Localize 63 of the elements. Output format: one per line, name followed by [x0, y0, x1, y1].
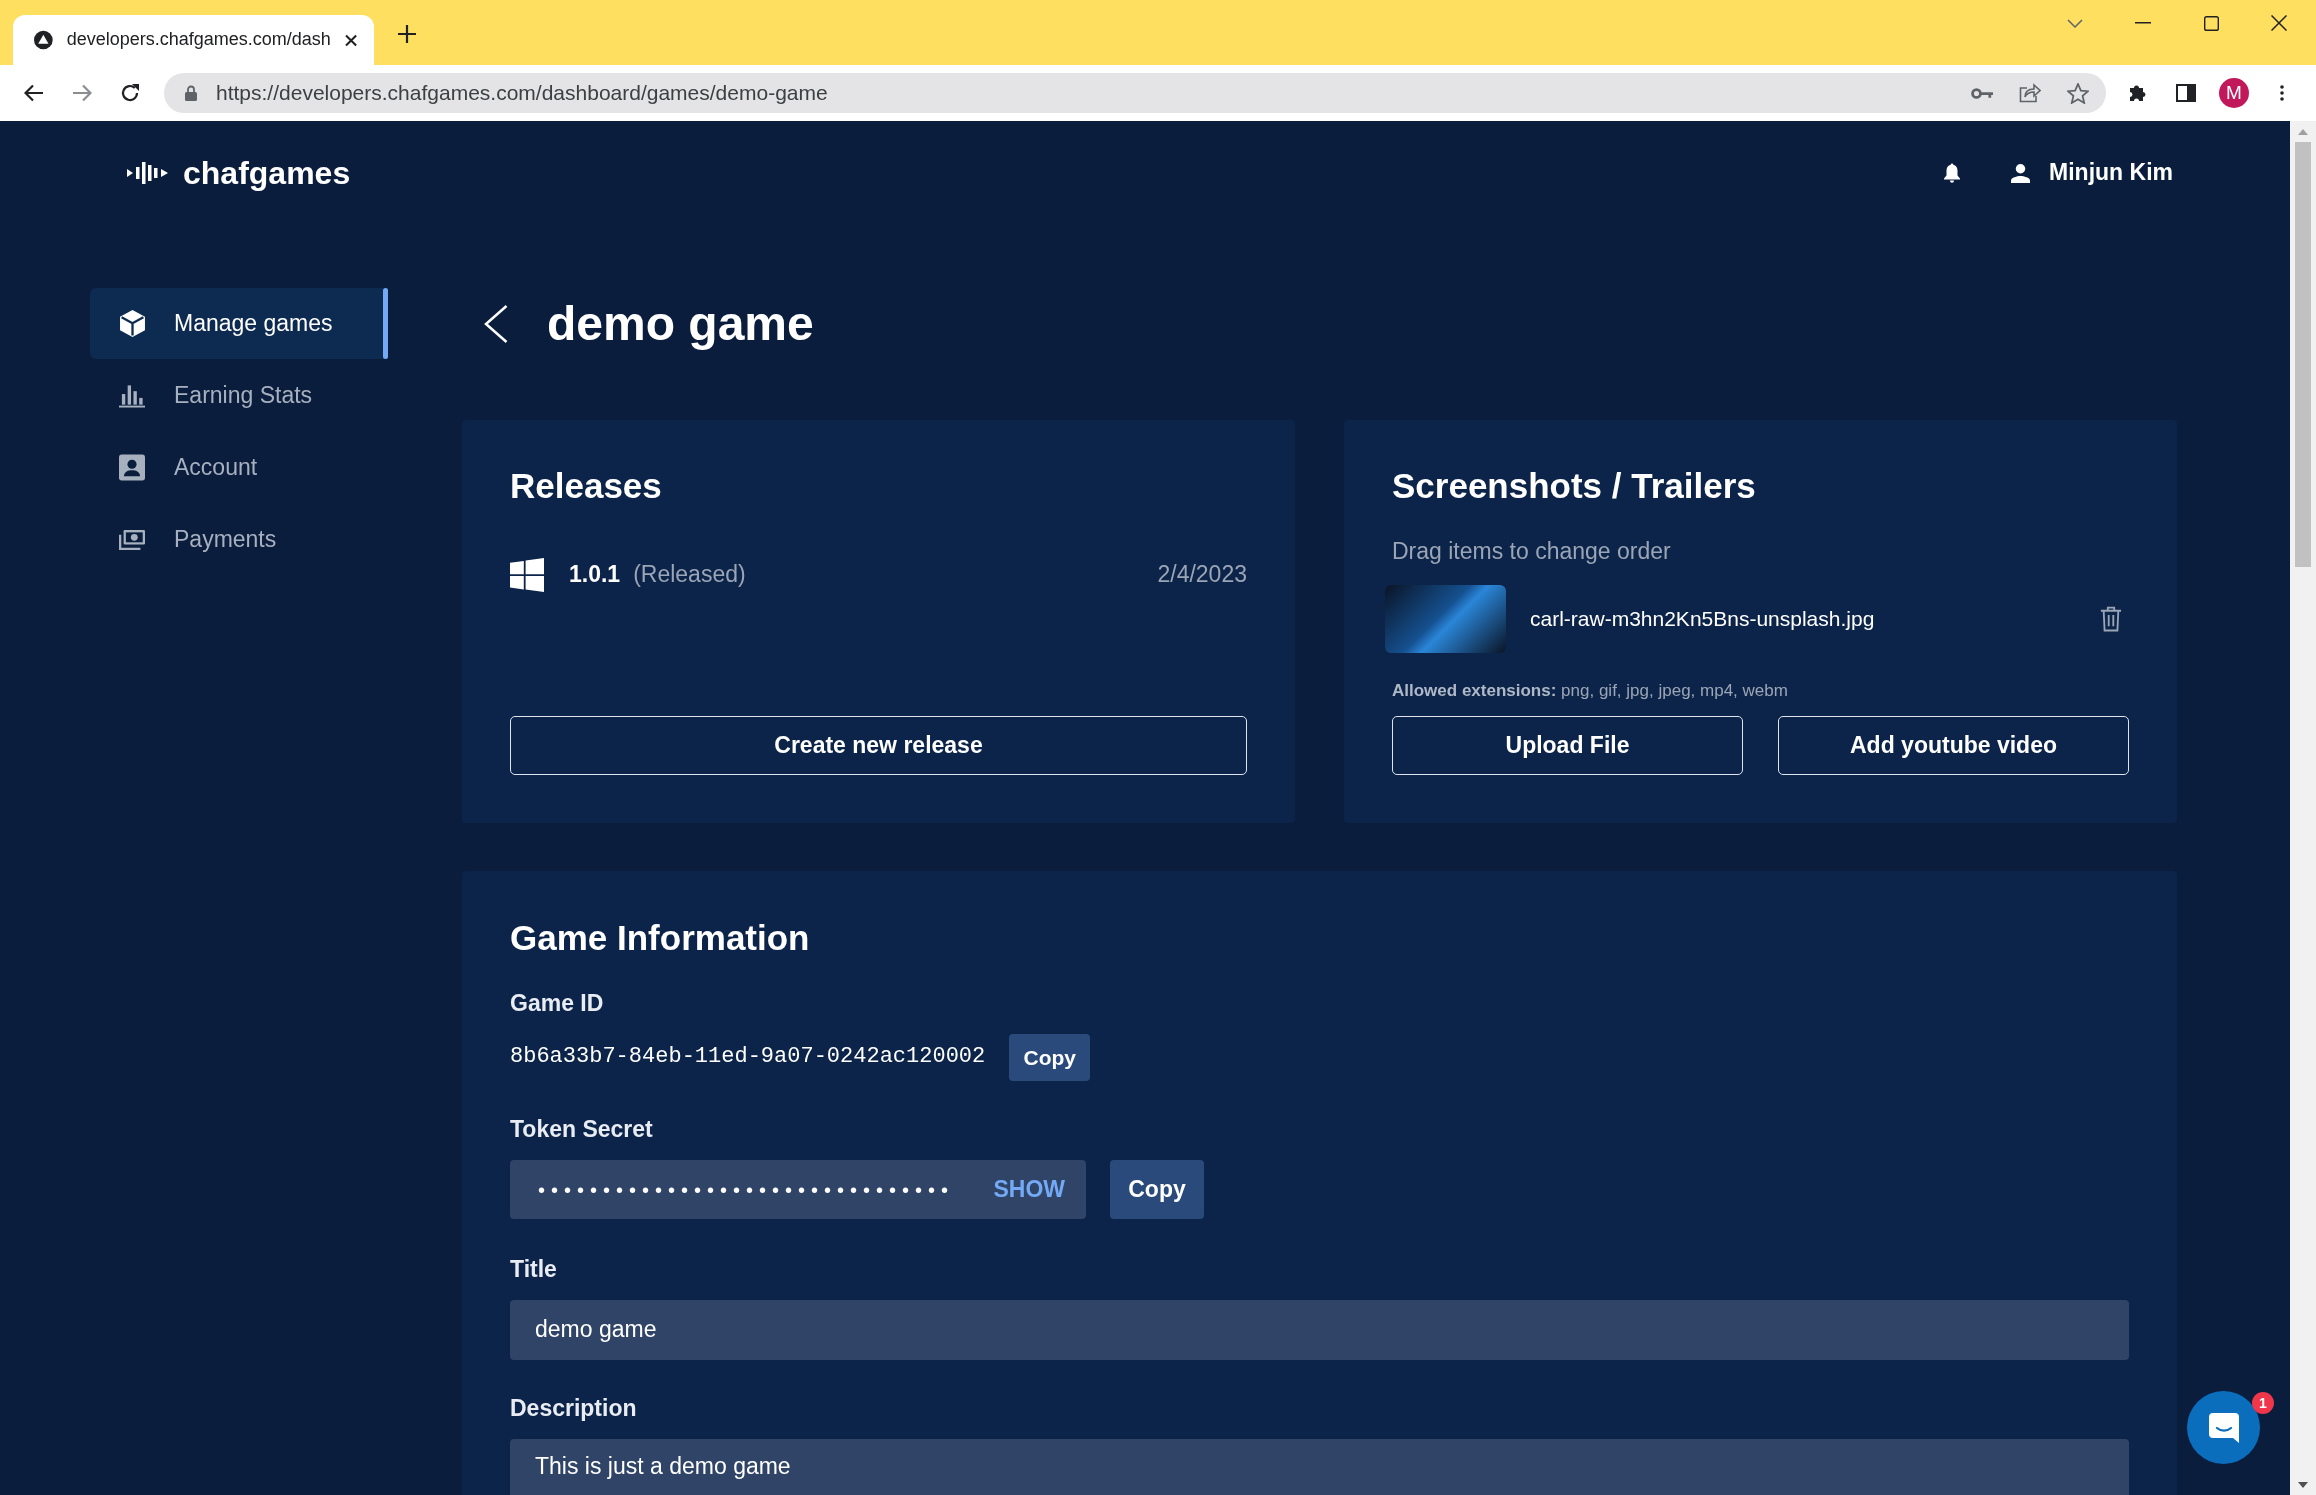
- create-release-button[interactable]: Create new release: [510, 716, 1247, 775]
- release-date: 2/4/2023: [1157, 561, 1247, 589]
- field-label: Description: [510, 1394, 638, 1422]
- sidebar-item[interactable]: Payments: [90, 504, 388, 575]
- person-square-icon: [119, 454, 145, 481]
- puzzle-icon[interactable]: [2128, 83, 2148, 103]
- triangle-logo-icon: [34, 30, 53, 50]
- key-icon[interactable]: [1971, 87, 1993, 99]
- maximize-icon[interactable]: [2203, 15, 2219, 31]
- bell-icon[interactable]: [1944, 163, 1961, 183]
- scrollbar-thumb[interactable]: [2295, 142, 2311, 567]
- hint-text: Drag items to change order: [1392, 537, 1672, 565]
- user-name[interactable]: Minjun Kim: [2049, 159, 2173, 187]
- brand-name: chafgames: [183, 153, 351, 193]
- game-id-value: 8b6a33b7-84eb-11ed-9a07-0242ac120002: [510, 1044, 986, 1071]
- show-button[interactable]: SHOW: [993, 1176, 1065, 1203]
- copy-button[interactable]: Copy: [1009, 1034, 1091, 1081]
- extensions-note: Allowed extensions: png, gif, jpg, jpeg, mp4, webm: [1392, 680, 1789, 702]
- sidebar-item[interactable]: Manage games: [90, 288, 388, 359]
- copy-button[interactable]: Copy: [1110, 1160, 1204, 1219]
- reload-icon[interactable]: [120, 83, 140, 103]
- bar-chart-icon: [119, 383, 145, 408]
- plus-icon[interactable]: [398, 25, 416, 43]
- close-icon[interactable]: [344, 33, 357, 47]
- field-label: Game ID: [510, 989, 605, 1017]
- trash-icon[interactable]: [2100, 605, 2122, 633]
- card-heading: Screenshots / Trailers: [1392, 465, 1757, 507]
- add-video-button[interactable]: Add youtube video: [1778, 716, 2129, 775]
- description-field[interactable]: This is just a demo game: [510, 1439, 2129, 1495]
- sidebar-item[interactable]: Account: [90, 432, 388, 503]
- star-icon[interactable]: [2067, 82, 2089, 104]
- release-version[interactable]: 1.0.1: [569, 561, 621, 589]
- user-icon: [2011, 163, 2031, 183]
- page-title: demo game: [547, 295, 814, 352]
- address-bar[interactable]: https://developers.chafgames.com/dashboard/games/demo-game: [164, 73, 2106, 113]
- field-label: Token Secret: [510, 1115, 654, 1143]
- chat-icon: [2208, 1412, 2239, 1443]
- profile-avatar[interactable]: M: [2219, 78, 2249, 108]
- field-label: Title: [510, 1255, 558, 1283]
- upload-file-button[interactable]: Upload File: [1392, 716, 1743, 775]
- close-icon[interactable]: [2271, 15, 2287, 31]
- sidebar-item[interactable]: Earning Stats: [90, 360, 388, 431]
- sidebar-icon[interactable]: [2176, 84, 2196, 102]
- windows-icon: [510, 558, 544, 592]
- forward-arrow-icon[interactable]: [72, 84, 92, 102]
- minimize-icon[interactable]: [2135, 22, 2151, 24]
- back-button[interactable]: [484, 304, 508, 343]
- lock-icon: [185, 85, 197, 101]
- browser-tab[interactable]: developers.chafgames.com/dash: [13, 15, 374, 65]
- card-heading: Game Information: [510, 917, 811, 959]
- cube-icon: [119, 310, 145, 337]
- notification-badge: 1: [2252, 1392, 2274, 1414]
- title-field[interactable]: demo game: [510, 1300, 2129, 1360]
- scroll-down-icon[interactable]: [2298, 1481, 2308, 1488]
- chevron-down-icon[interactable]: [2067, 18, 2083, 28]
- file-name: carl-raw-m3hn2Kn5Bns-unsplash.jpg: [1530, 606, 1875, 632]
- logo-icon: [127, 162, 170, 184]
- release-status: (Released): [633, 561, 746, 589]
- card-heading: Releases: [510, 465, 663, 507]
- share-icon[interactable]: [2019, 83, 2041, 103]
- back-arrow-icon[interactable]: [24, 84, 44, 102]
- token-secret-field[interactable]: •••••••••••••••••••••••••••••••• SHOW: [510, 1160, 1086, 1219]
- menu-icon[interactable]: [2280, 85, 2284, 101]
